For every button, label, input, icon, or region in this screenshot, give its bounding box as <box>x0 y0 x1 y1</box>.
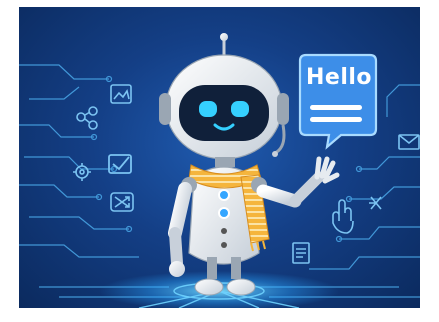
document-icon <box>292 242 310 264</box>
envelope-icon <box>398 134 420 150</box>
picture-icon <box>110 84 132 104</box>
gear-icon <box>73 163 91 181</box>
share-icon <box>76 106 98 130</box>
robot-illustration: Hello <box>19 7 420 308</box>
speech-bubble-text: Hello <box>306 65 373 90</box>
hand-cursor-icon <box>332 199 354 234</box>
shuffle-icon <box>110 192 134 212</box>
